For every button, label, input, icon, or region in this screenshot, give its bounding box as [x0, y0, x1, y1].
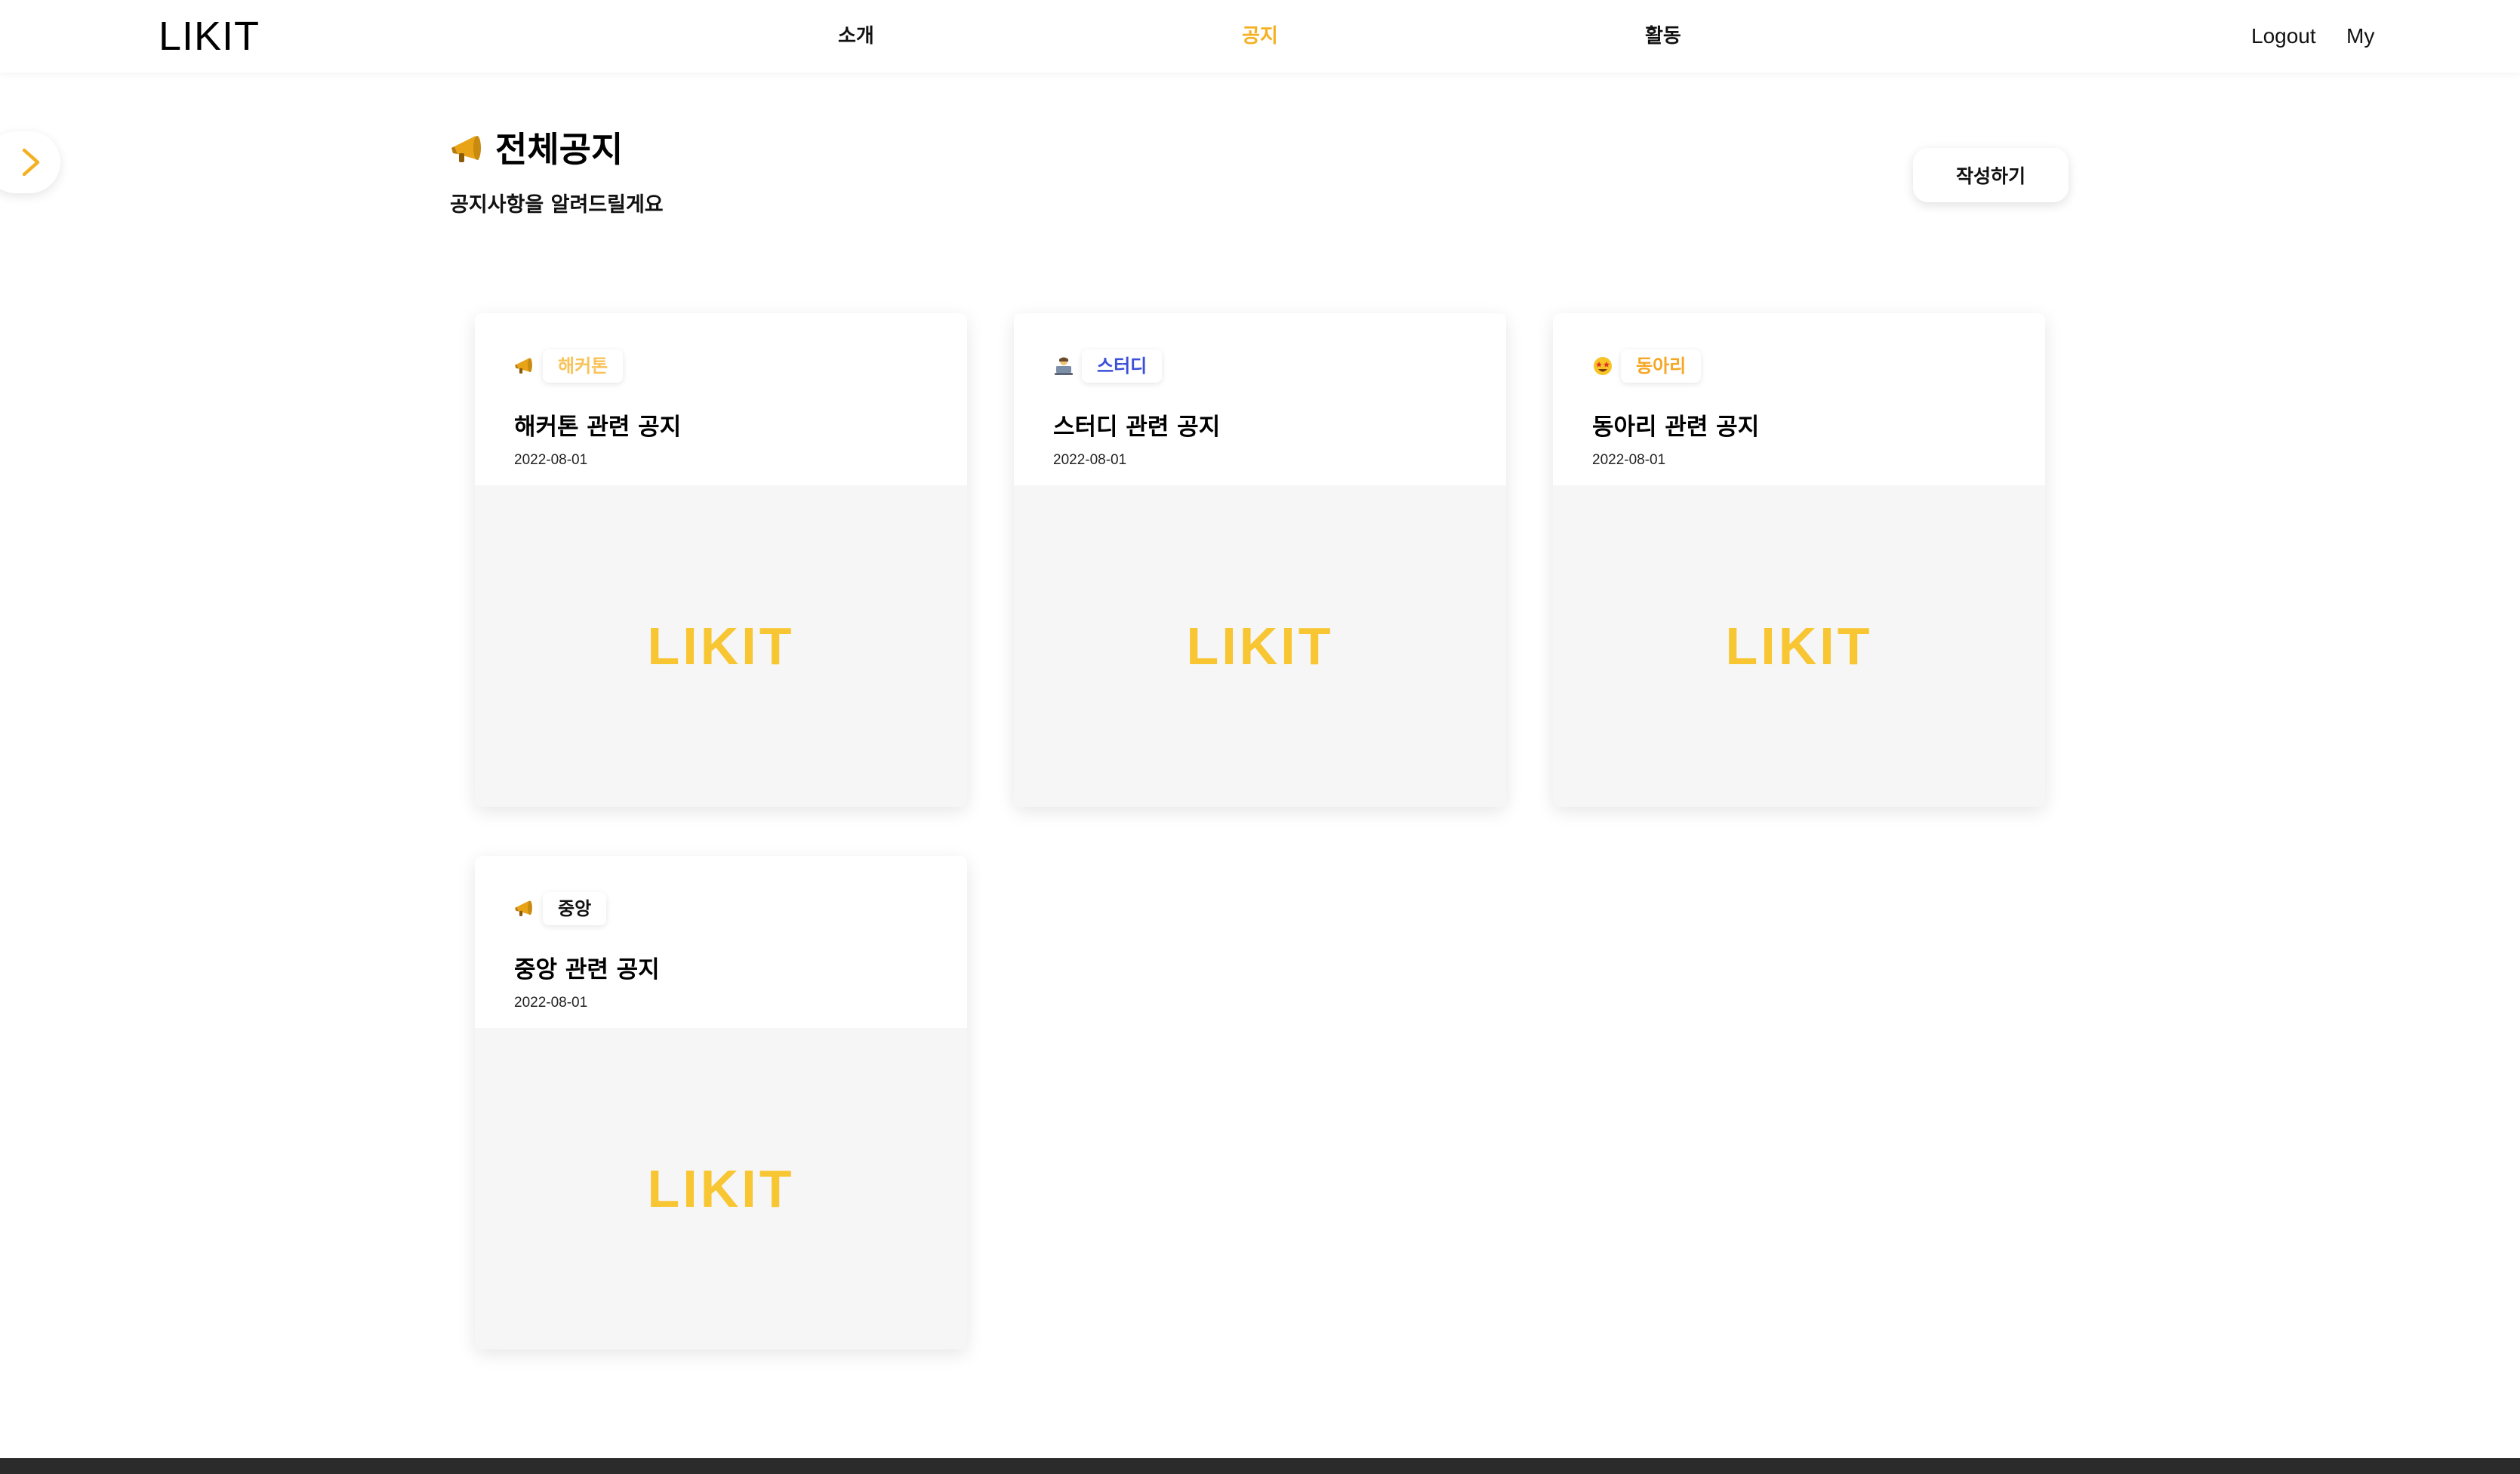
megaphone-icon [515, 900, 532, 916]
card-title: 동아리 관련 공지 [1592, 414, 1760, 441]
thumbnail-logo: LIKIT [647, 1159, 795, 1218]
star-struck-face-icon [1594, 357, 1612, 375]
card-thumbnail: LIKIT [475, 1028, 967, 1349]
chevron-right-icon [22, 148, 40, 177]
nav-item-activity[interactable]: 활동 [1645, 23, 1681, 50]
card-title: 스터디 관련 공지 [1053, 414, 1221, 441]
site-logo[interactable]: LIKIT [159, 14, 260, 59]
card-tag-row: 스터디 [1053, 349, 1163, 383]
notice-card[interactable]: 해커톤 해커톤 관련 공지 2022-08-01 LIKIT [475, 313, 967, 807]
card-date: 2022-08-01 [514, 452, 588, 468]
page-title-row: 전체공지 [450, 127, 623, 172]
card-tag-badge[interactable]: 해커톤 [543, 349, 624, 383]
notice-card[interactable]: 동아리 동아리 관련 공지 2022-08-01 LIKIT [1553, 313, 2045, 807]
card-header: 스터디 스터디 관련 공지 2022-08-01 [1014, 313, 1506, 485]
thumbnail-logo: LIKIT [647, 617, 795, 675]
card-tag-row: 동아리 [1592, 349, 1702, 383]
card-tag-badge[interactable]: 스터디 [1082, 349, 1163, 383]
card-date: 2022-08-01 [1592, 452, 1666, 468]
write-button[interactable]: 작성하기 [1913, 148, 2069, 202]
page-title: 전체공지 [495, 129, 624, 170]
top-header: LIKIT 소개 공지 활동 Logout My [0, 0, 2520, 72]
card-thumbnail: LIKIT [475, 485, 967, 807]
card-thumbnail: LIKIT [1553, 485, 2045, 807]
megaphone-icon [515, 358, 532, 374]
card-thumbnail: LIKIT [1014, 485, 1506, 807]
nav-item-intro[interactable]: 소개 [838, 23, 874, 50]
card-title: 해커톤 관련 공지 [514, 414, 682, 441]
card-title: 중앙 관련 공지 [514, 956, 660, 983]
sidebar-toggle-button[interactable] [0, 131, 60, 193]
card-tag-row: 해커톤 [514, 349, 624, 383]
notice-card[interactable]: 중앙 중앙 관련 공지 2022-08-01 LIKIT [475, 856, 967, 1349]
card-header: 중앙 중앙 관련 공지 2022-08-01 [475, 856, 967, 1028]
card-tag-badge[interactable]: 동아리 [1621, 349, 1702, 383]
card-header: 해커톤 해커톤 관련 공지 2022-08-01 [475, 313, 967, 485]
thumbnail-logo: LIKIT [1186, 617, 1334, 675]
card-date: 2022-08-01 [514, 995, 588, 1011]
person-at-computer-icon [1055, 357, 1073, 375]
megaphone-icon [451, 136, 481, 162]
card-header: 동아리 동아리 관련 공지 2022-08-01 [1553, 313, 2045, 485]
footer-bar [0, 1458, 2520, 1474]
card-tag-badge[interactable]: 중앙 [543, 892, 607, 925]
logout-link[interactable]: Logout [2251, 23, 2316, 50]
nav-item-notice[interactable]: 공지 [1242, 23, 1278, 50]
notice-card[interactable]: 스터디 스터디 관련 공지 2022-08-01 LIKIT [1014, 313, 1506, 807]
my-page-link[interactable]: My [2346, 23, 2374, 50]
page: LIKIT 소개 공지 활동 Logout My 전체공지 공지사항을 알려드릴… [0, 0, 2520, 1474]
card-date: 2022-08-01 [1053, 452, 1127, 468]
card-tag-row: 중앙 [514, 892, 607, 925]
thumbnail-logo: LIKIT [1725, 617, 1873, 675]
page-subtitle: 공지사항을 알려드릴게요 [450, 193, 664, 217]
